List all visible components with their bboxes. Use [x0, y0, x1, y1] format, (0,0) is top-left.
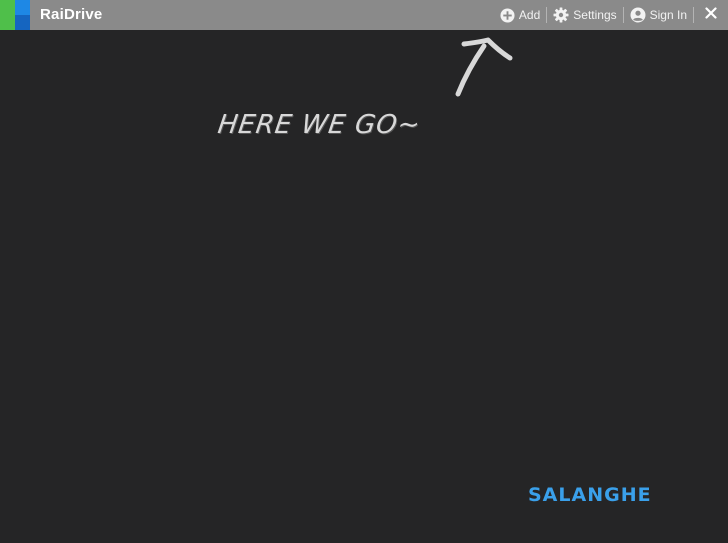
- sign-in-label: Sign In: [649, 8, 687, 22]
- add-circle-icon: [500, 7, 515, 23]
- watermark: SALANGHE: [528, 484, 652, 506]
- app-window: RaiDrive Add Settings Sign In HERE WE GO…: [0, 0, 728, 543]
- user-circle-icon: [630, 7, 646, 23]
- gear-icon: [553, 7, 569, 23]
- arrow-up-icon: [440, 34, 520, 104]
- title-bar[interactable]: RaiDrive Add Settings Sign In: [0, 0, 728, 30]
- hint-text: HERE WE GO~: [215, 110, 423, 140]
- app-title: RaiDrive: [40, 6, 103, 23]
- settings-label: Settings: [573, 8, 617, 22]
- add-label: Add: [518, 8, 541, 22]
- close-icon: [705, 6, 717, 24]
- add-button[interactable]: Add: [494, 0, 546, 30]
- raidrive-logo-icon: [0, 0, 30, 30]
- settings-button[interactable]: Settings: [547, 0, 622, 30]
- sign-in-button[interactable]: Sign In: [624, 0, 693, 30]
- toolbar: Add Settings Sign In: [494, 0, 728, 30]
- close-button[interactable]: [694, 0, 728, 30]
